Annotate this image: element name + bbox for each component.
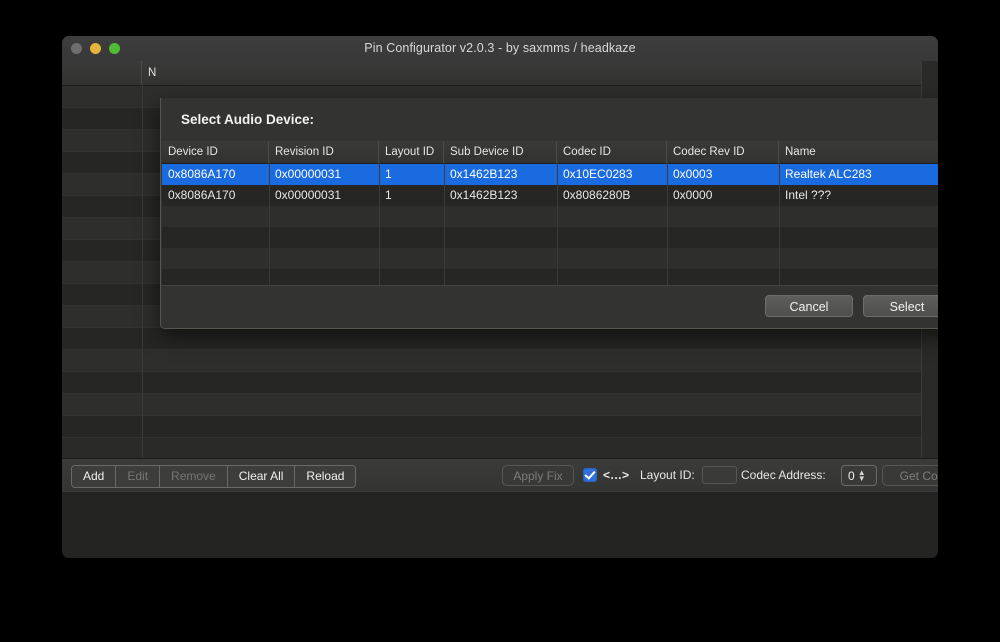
audio-device-cell: Intel ???: [785, 188, 832, 202]
window-titlebar[interactable]: Pin Configurator v2.0.3 - by saxmms / he…: [62, 36, 938, 62]
audio-device-column-header[interactable]: Layout ID: [379, 141, 444, 163]
select-button[interactable]: Select: [863, 295, 938, 317]
audio-device-row[interactable]: 0x8086A170 0x00000031 1 0x1462B123 0x8086280…: [162, 185, 938, 206]
remove-button: Remove: [160, 466, 228, 487]
apply-fix-button: Apply Fix: [502, 465, 574, 486]
audio-device-column-header[interactable]: Name: [779, 141, 938, 163]
bottom-toolbar: Add Edit Remove Clear All Reload Apply F…: [62, 458, 938, 493]
dialog-title: Select Audio Device:: [181, 112, 315, 127]
window-title: Pin Configurator v2.0.3 - by saxmms / he…: [364, 41, 636, 55]
audio-device-cell: 0x00000031: [275, 188, 342, 202]
background-table-row[interactable]: [62, 350, 938, 372]
codec-address-stepper[interactable]: 0 ▲ ▼: [841, 465, 877, 486]
angle-brackets-checkbox-wrapper[interactable]: <...>: [583, 468, 630, 482]
audio-device-row[interactable]: 0x8086A170 0x00000031 1 0x1462B123 0x10EC028…: [162, 164, 938, 185]
screen: Pin Configurator v2.0.3 - by saxmms / he…: [0, 0, 1000, 642]
audio-device-cell: 0x10EC0283: [563, 167, 633, 181]
reload-button[interactable]: Reload: [295, 466, 356, 487]
audio-device-column-header[interactable]: Codec ID: [557, 141, 667, 163]
audio-device-column-header[interactable]: Revision ID: [269, 141, 379, 163]
audio-device-column-separator: [379, 163, 380, 285]
audio-device-table: Device ID Revision ID Layout ID Sub Device …: [162, 141, 938, 285]
record-actions-button-group: Add Edit Remove Clear All Reload: [71, 465, 357, 488]
audio-device-empty-row[interactable]: [162, 206, 938, 227]
audio-device-empty-row[interactable]: [162, 227, 938, 248]
background-column-header-n[interactable]: N: [142, 61, 938, 85]
audio-device-cell: Realtek ALC283: [785, 167, 872, 181]
angle-brackets-checkbox[interactable]: [583, 468, 597, 482]
background-table-header: N: [62, 61, 938, 86]
get-configdata-button: Get ConfigData: [882, 465, 938, 486]
audio-device-empty-row[interactable]: [162, 269, 938, 285]
audio-device-column-separator: [444, 163, 445, 285]
background-column-header-blank[interactable]: [62, 61, 142, 85]
audio-device-cell: 1: [385, 167, 392, 181]
audio-device-cell: 0x0000: [673, 188, 713, 202]
background-column-separator: [142, 85, 143, 458]
audio-device-table-rows: 0x8086A170 0x00000031 1 0x1462B123 0x10EC028…: [162, 164, 938, 285]
angle-brackets-checkbox-label: <...>: [603, 468, 630, 482]
audio-device-column-separator: [779, 163, 780, 285]
audio-device-cell: 0x8086A170: [168, 167, 236, 181]
bottom-detail-panel: [62, 491, 938, 558]
cancel-button[interactable]: Cancel: [765, 295, 853, 317]
background-table-row[interactable]: [62, 328, 938, 350]
audio-device-empty-row[interactable]: [162, 248, 938, 269]
layout-id-label: Layout ID:: [640, 468, 695, 482]
layout-id-input[interactable]: [702, 466, 737, 484]
audio-device-column-header[interactable]: Sub Device ID: [444, 141, 557, 163]
audio-device-cell: 1: [385, 188, 392, 202]
audio-device-column-header[interactable]: Codec Rev ID: [667, 141, 779, 163]
codec-address-value: 0: [848, 468, 855, 483]
audio-device-cell: 0x00000031: [275, 167, 342, 181]
clear-all-button[interactable]: Clear All: [227, 466, 296, 487]
edit-button: Edit: [116, 466, 161, 487]
application-window: Pin Configurator v2.0.3 - by saxmms / he…: [62, 36, 938, 558]
codec-address-label: Codec Address:: [741, 468, 826, 482]
audio-device-column-separator: [557, 163, 558, 285]
select-audio-device-dialog: Select Audio Device: Device ID Revision I…: [160, 98, 938, 329]
add-button[interactable]: Add: [72, 466, 117, 487]
audio-device-column-separator: [269, 163, 270, 285]
audio-device-column-separator: [667, 163, 668, 285]
audio-device-cell: 0x1462B123: [450, 167, 518, 181]
audio-device-cell: 0x8086280B: [563, 188, 631, 202]
audio-device-cell: 0x1462B123: [450, 188, 518, 202]
background-table-row[interactable]: [62, 394, 938, 416]
dialog-footer: Cancel Select: [161, 285, 938, 328]
chevron-down-icon[interactable]: ▼: [858, 474, 866, 482]
audio-device-cell: 0x8086A170: [168, 188, 236, 202]
background-table-row[interactable]: [62, 372, 938, 394]
audio-device-cell: 0x0003: [673, 167, 713, 181]
background-table-row[interactable]: [62, 416, 938, 438]
audio-device-column-header[interactable]: Device ID: [162, 141, 269, 163]
stepper-chevrons-icon[interactable]: ▲ ▼: [858, 468, 866, 482]
audio-device-table-header: Device ID Revision ID Layout ID Sub Device …: [162, 141, 938, 164]
